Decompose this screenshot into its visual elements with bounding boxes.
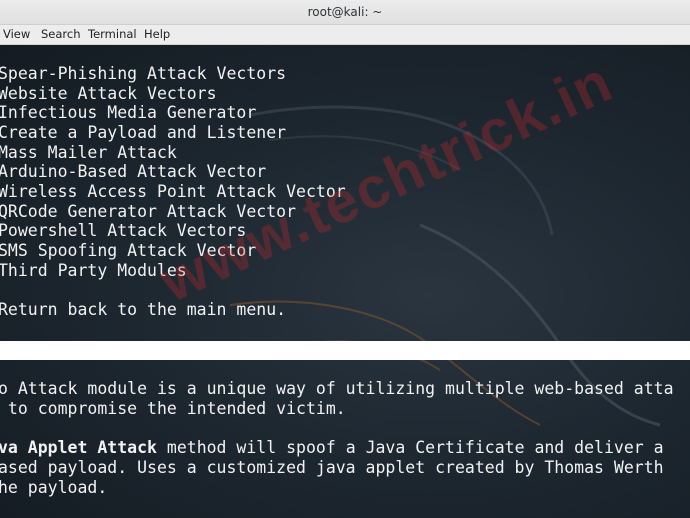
description-line-3: va Applet Attack method will spoof a Jav… [0,438,664,458]
window-title: root@kali: ~ [307,5,383,19]
menu-bar: View Search Terminal Help [0,25,690,45]
menu-option-7: Wireless Access Point Attack Vector [0,182,346,201]
menu-view[interactable]: View [3,25,30,44]
description-line-2: to compromise the intended victim. [0,399,346,418]
menu-search[interactable]: Search [41,25,81,44]
menu-option-10: SMS Spoofing Attack Vector [0,241,257,260]
menu-option-11: Third Party Modules [0,261,187,280]
menu-option-1: Spear-Phishing Attack Vectors [0,64,287,83]
menu-option-6: Arduino-Based Attack Vector [0,162,267,181]
return-option: Return back to the main menu. [0,300,287,319]
blank-line-strip [0,341,690,360]
description-line-5: he payload. [0,478,108,497]
menu-option-8: QRCode Generator Attack Vector [0,202,297,221]
description-line-1: o Attack module is a unique way of utili… [0,379,674,398]
menu-help[interactable]: Help [144,25,170,44]
description-line-3-rest: method will spoof a Java Certificate and… [156,438,664,457]
java-applet-attack-title: va Applet Attack [0,438,157,457]
terminal-output[interactable]: Spear-Phishing Attack Vectors Website At… [0,45,690,518]
description-line-4: ased payload. Uses a customized java app… [0,458,664,477]
menu-option-5: Mass Mailer Attack [0,143,177,162]
title-bar[interactable]: root@kali: ~ [0,0,690,25]
menu-option-9: Powershell Attack Vectors [0,221,247,240]
menu-terminal[interactable]: Terminal [88,25,137,44]
terminal-window: root@kali: ~ View Search Terminal Help S… [0,0,690,518]
menu-option-2: Website Attack Vectors [0,84,217,103]
menu-option-4: Create a Payload and Listener [0,123,287,142]
menu-option-3: Infectious Media Generator [0,103,257,122]
